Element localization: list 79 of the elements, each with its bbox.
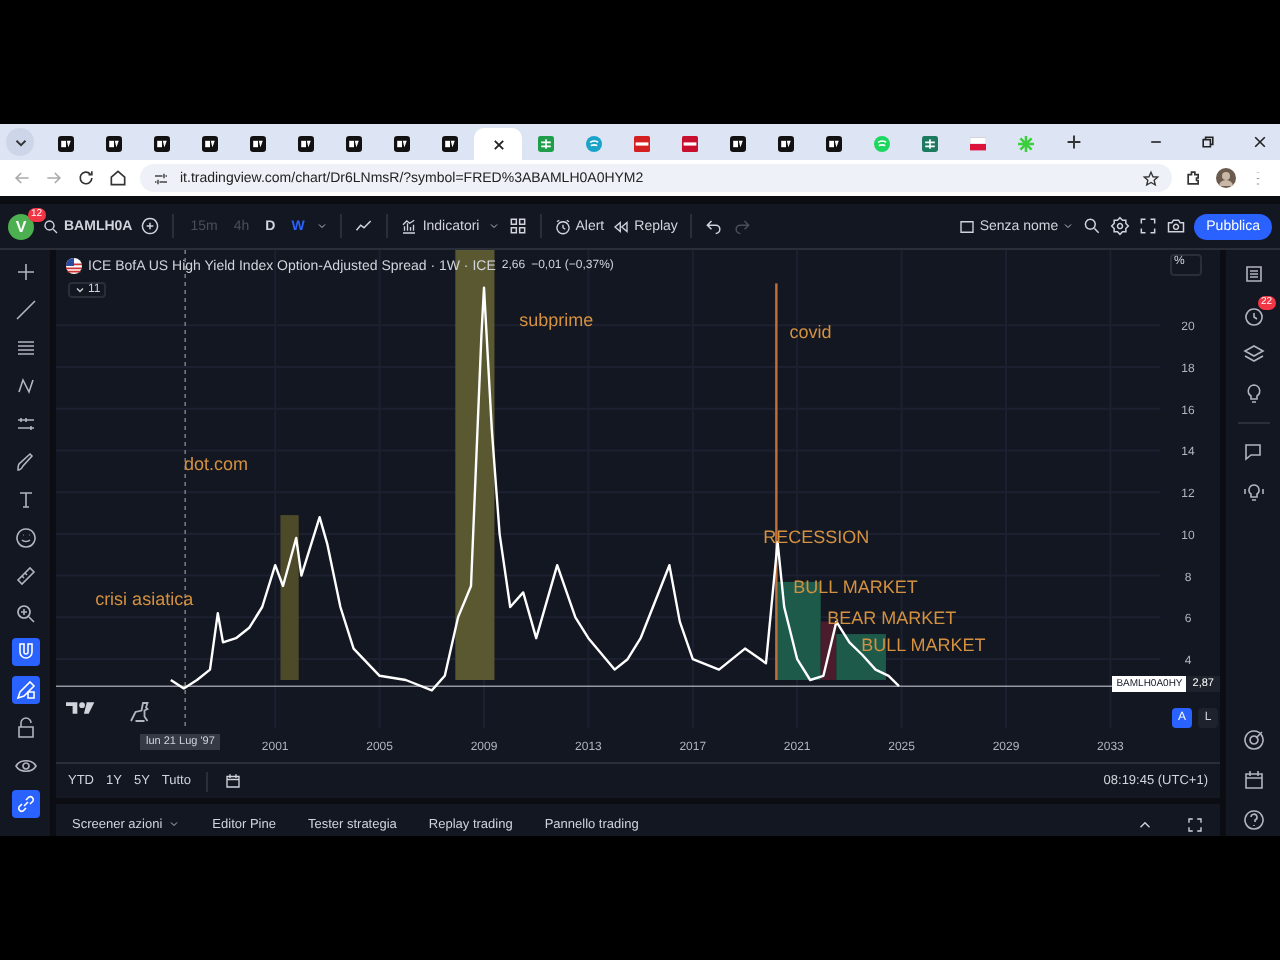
- magnet-icon[interactable]: [11, 638, 39, 666]
- chevron-down-icon[interactable]: [487, 220, 500, 232]
- alarm-clock-icon: [553, 217, 572, 235]
- bookmark-star-icon[interactable]: [1142, 169, 1160, 187]
- calendar-icon[interactable]: [224, 772, 243, 790]
- circle-icon: [586, 136, 602, 152]
- link-icon[interactable]: [11, 790, 39, 818]
- chart-app-icon: [442, 136, 458, 152]
- undo-icon[interactable]: [703, 216, 724, 236]
- extensions-icon[interactable]: [1184, 168, 1204, 188]
- square-icon: [682, 136, 698, 152]
- flag-icon: [970, 136, 986, 152]
- layers-icon[interactable]: [1241, 342, 1265, 366]
- spreadsheet-icon: [538, 136, 554, 152]
- new-tab-icon[interactable]: [1066, 134, 1082, 150]
- watchlist-icon[interactable]: [1241, 262, 1265, 286]
- brush-icon[interactable]: [11, 448, 39, 476]
- smiley-icon[interactable]: [11, 524, 39, 552]
- chart-annotation: BULL MARKET: [793, 576, 918, 597]
- chart-app-icon: [58, 136, 74, 152]
- restore-icon[interactable]: [1200, 134, 1216, 150]
- layout-grid-icon[interactable]: [507, 216, 528, 236]
- close-icon[interactable]: [1252, 134, 1268, 150]
- browser-tab[interactable]: [474, 128, 522, 160]
- chart-app-icon: [106, 136, 122, 152]
- chevron-down-icon[interactable]: [316, 220, 329, 232]
- settings-icon[interactable]: [1110, 216, 1131, 236]
- chart-annotation: dot.com: [183, 453, 248, 474]
- close-icon[interactable]: [491, 137, 505, 151]
- indicators-icon: [400, 217, 419, 235]
- rewind-icon: [612, 217, 631, 235]
- profile-avatar[interactable]: [1216, 168, 1236, 188]
- chart-app-icon: [250, 136, 266, 152]
- chart-annotation: BEAR MARKET: [827, 608, 957, 629]
- chart-app-icon: [394, 136, 410, 152]
- alarm-clock-icon[interactable]: [1241, 304, 1265, 328]
- spreadsheet-icon: [922, 136, 938, 152]
- chart-app-icon: [778, 136, 794, 152]
- chevron-down-icon: [1062, 220, 1075, 232]
- search-icon: [42, 217, 60, 235]
- camera-icon[interactable]: [1166, 216, 1187, 236]
- chart-app-icon: [730, 136, 746, 152]
- lightbulb-icon[interactable]: [1241, 480, 1265, 504]
- help-icon[interactable]: [1241, 808, 1265, 832]
- fullscreen-icon[interactable]: [1138, 216, 1159, 236]
- ruler-icon[interactable]: [11, 562, 39, 590]
- home-icon[interactable]: [108, 168, 128, 188]
- chart-app-icon: [202, 136, 218, 152]
- chart-app-icon: [826, 136, 842, 152]
- chart-app-icon: [346, 136, 362, 152]
- asterisk-icon: [1018, 136, 1034, 152]
- circle-icon: [874, 136, 890, 152]
- square-icon: [634, 136, 650, 152]
- chart-annotation: BULL MARKET: [861, 635, 986, 656]
- chart-annotation: subprime: [519, 309, 594, 330]
- site-settings-icon[interactable]: [152, 169, 170, 187]
- target-icon[interactable]: [1241, 728, 1265, 752]
- chart-annotation: covid: [789, 322, 832, 343]
- chart-app-icon: [154, 136, 170, 152]
- chart-app-icon: [298, 136, 314, 152]
- tab-search-button[interactable]: [6, 128, 34, 156]
- square-icon: [957, 217, 976, 235]
- dinosaur-icon[interactable]: [128, 700, 152, 724]
- chart-annotation: crisi asiatica: [95, 589, 194, 610]
- logo-icon[interactable]: [66, 700, 100, 716]
- lightbulb-icon[interactable]: [1241, 382, 1265, 406]
- reload-icon[interactable]: [76, 168, 96, 188]
- trend-line-icon[interactable]: [11, 296, 39, 324]
- chat-icon[interactable]: [1241, 440, 1265, 464]
- calendar-icon[interactable]: [1241, 768, 1265, 792]
- chevron-down-icon: [168, 818, 181, 830]
- chevron-down-icon: [74, 284, 86, 296]
- search-icon[interactable]: [1082, 216, 1103, 236]
- pencil-lock-icon[interactable]: [11, 676, 39, 704]
- add-symbol-icon[interactable]: [140, 216, 161, 236]
- flag-icon: [66, 258, 82, 274]
- maximize-icon[interactable]: [1186, 815, 1204, 833]
- zoom-icon[interactable]: [11, 600, 39, 628]
- line-chart-icon[interactable]: [354, 216, 375, 236]
